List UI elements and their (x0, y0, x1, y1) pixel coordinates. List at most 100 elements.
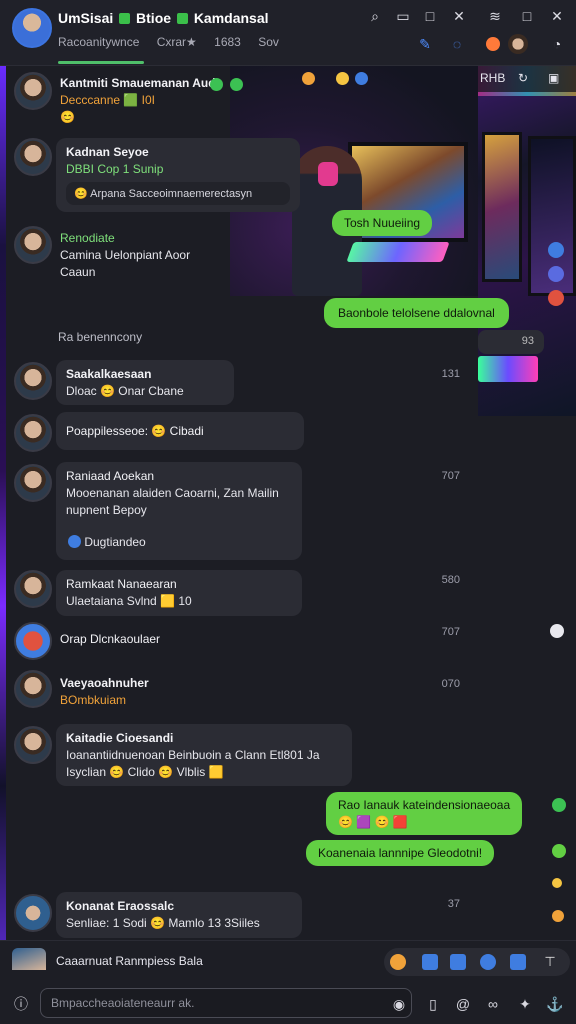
close-icon[interactable]: ✕ (450, 7, 468, 25)
quoted-message[interactable]: 😊 Arpana Sacceoimnaemerectasyn (66, 182, 290, 205)
monitor-image (482, 132, 522, 282)
avatar[interactable] (14, 894, 52, 932)
message-text: Ioanantiidnuenoan Beinbuoin a Clann Etl8… (66, 748, 320, 762)
avatar[interactable] (14, 464, 52, 502)
message-row[interactable]: Raniaad Aoekan Mooenanan alaiden Caoarni… (8, 462, 478, 562)
green-square-icon (119, 13, 131, 24)
message-row[interactable]: Kantmiti Smauemanan Auds Decccanne 🟩 I0I… (8, 72, 478, 132)
reply-preview[interactable]: Caaarnuat Ranmpiess Bala (12, 948, 382, 976)
message-meta: 93 (478, 330, 544, 354)
send-icon[interactable]: ⚓ (546, 995, 564, 1013)
attach-icon[interactable]: ▯ (424, 995, 442, 1013)
message-text: Dloac 😊 Onar Cbane (66, 384, 184, 398)
chat-subtitle: Racoanitywnce Cxrar★ 1683 Sov (58, 35, 293, 49)
chat-bubble-icon[interactable]: ◌ (448, 35, 466, 53)
subtitle-tab-2[interactable]: Cxrar★ (157, 35, 197, 49)
sender-name[interactable]: Kaitadie Cioesandi (66, 731, 342, 745)
window-icon[interactable]: ▭ (394, 7, 412, 25)
avatar[interactable] (14, 414, 52, 452)
more-icon[interactable]: ◔ (548, 35, 566, 53)
message-row[interactable]: Ramkaat Nanaearan Ulaetaiana Svlnd 🟨 10 … (8, 570, 478, 616)
sticker-icon[interactable]: ✦ (516, 995, 534, 1013)
link-preview[interactable]: Dugtiandeo (66, 535, 292, 549)
avatar[interactable] (14, 726, 52, 764)
message-icon[interactable] (450, 954, 466, 970)
reaction-icon[interactable] (548, 266, 564, 282)
folder-icon[interactable] (422, 954, 438, 970)
outgoing-message[interactable]: Baonbole telolsene ddalovnal (324, 298, 509, 328)
sender-name[interactable]: Orap Dlcnkaoulaer (60, 632, 160, 646)
emoji-icon[interactable]: ◉ (390, 995, 408, 1013)
subtitle-count: 1683 (214, 35, 241, 49)
message-bubble[interactable]: Ramkaat Nanaearan Ulaetaiana Svlnd 🟨 10 (56, 570, 302, 616)
sender-name[interactable]: Kadnan Seyoe (66, 145, 290, 159)
sender-name[interactable]: Raniaad Aoekan (66, 469, 292, 483)
message-text: Camina Uelonpiant Aoor (60, 248, 191, 262)
refresh-icon[interactable]: ↻ (518, 71, 528, 85)
message-row[interactable]: Konanat Eraossalc Senliae: 1 Sodi 😊 Maml… (8, 892, 478, 938)
avatar[interactable] (14, 570, 52, 608)
message-bubble[interactable]: Saakalkaesaan Dloac 😊 Onar Cbane (56, 360, 234, 405)
outgoing-message[interactable]: Rao Ianauk kateindensionaeoaa 😊 🟪 😊 🟥 (326, 792, 523, 835)
window-icon[interactable] (510, 954, 526, 970)
message-bubble[interactable]: Poappilesseoe: 😊 Cibadi (56, 412, 304, 450)
reaction-emoji[interactable] (210, 78, 223, 91)
sender-name[interactable]: Vaeyaoahnuher (60, 676, 149, 690)
search-icon[interactable]: ⌕ (366, 7, 384, 25)
maximize-icon[interactable]: □ (421, 7, 439, 25)
date-separator: Ra benenncony (58, 330, 143, 344)
restore-icon[interactable]: □ (518, 7, 536, 25)
active-tab-underline (58, 61, 144, 64)
message-row[interactable]: Vaeyaoahnuher BOmbkuiam 070 (8, 670, 478, 718)
reaction-icon[interactable] (548, 242, 564, 258)
message-time: 580 (441, 574, 460, 586)
sender-name[interactable]: Saakalkaesaan (66, 367, 224, 381)
message-time: 070 (441, 678, 460, 690)
message-bubble[interactable]: Kadnan Seyoe DBBI Cop 1 Sunip 😊 Arpana S… (56, 138, 300, 212)
sender-name[interactable]: Kantmiti Smauemanan Auds (60, 76, 222, 90)
group-avatar[interactable] (12, 8, 52, 48)
message-row[interactable]: Poappilesseoe: 😊 Cibadi (8, 412, 478, 456)
media-panel-label: RHB (480, 71, 506, 85)
link-icon (68, 535, 81, 548)
subtitle-extra: Sov (258, 35, 279, 49)
pin-icon[interactable]: ⊤ (542, 954, 558, 970)
message-text: Decccanne 🟩 I0I (60, 93, 155, 107)
avatar[interactable] (14, 362, 52, 400)
sender-name[interactable]: Renodiate (60, 231, 190, 245)
sender-name[interactable]: Konanat Eraossalc (66, 899, 292, 913)
message-row[interactable]: Renodiate Camina Uelonpiant Aoor Caaun (8, 226, 478, 286)
image-icon[interactable]: ▣ (548, 71, 559, 85)
link-icon[interactable]: ∞ (484, 995, 502, 1013)
keyboard-image (478, 356, 538, 382)
close-window-icon[interactable]: ✕ (548, 7, 566, 25)
message-bubble[interactable]: Konanat Eraossalc Senliae: 1 Sodi 😊 Maml… (56, 892, 302, 938)
pen-icon[interactable]: ✎ (416, 35, 434, 53)
message-row[interactable]: Kadnan Seyoe DBBI Cop 1 Sunip 😊 Arpana S… (8, 138, 478, 212)
message-row[interactable]: Orap Dlcnkaoulaer 707 (8, 622, 478, 660)
message-row[interactable]: Saakalkaesaan Dloac 😊 Onar Cbane 131 (8, 360, 478, 406)
avatar[interactable] (14, 670, 52, 708)
info-icon[interactable]: ⓘ (12, 995, 30, 1013)
outgoing-message[interactable]: Koanenaia lannnipe Gleodotni! (306, 840, 495, 866)
avatar[interactable] (14, 138, 52, 176)
message-bubble[interactable]: Kaitadie Cioesandi Ioanantiidnuenoan Bei… (56, 724, 352, 786)
avatar[interactable] (14, 72, 52, 110)
globe-icon[interactable] (480, 954, 496, 970)
message-bubble[interactable]: Raniaad Aoekan Mooenanan alaiden Caoarni… (56, 462, 302, 560)
media-preview-panel[interactable] (478, 66, 576, 416)
reaction-emoji[interactable] (230, 78, 243, 91)
sender-name[interactable]: Ramkaat Nanaearan (66, 577, 292, 591)
bulb-icon[interactable] (390, 954, 406, 970)
user-avatar[interactable] (508, 34, 528, 54)
reaction-icon[interactable] (548, 290, 564, 306)
location-icon[interactable] (550, 624, 564, 638)
mention-icon[interactable]: @ (454, 995, 472, 1013)
status-icon (552, 798, 566, 812)
message-input[interactable] (40, 988, 412, 1018)
message-row[interactable]: Kaitadie Cioesandi Ioanantiidnuenoan Bei… (8, 724, 478, 788)
status-icon (552, 910, 564, 922)
avatar[interactable] (14, 622, 52, 660)
subtitle-tab-1[interactable]: Racoanitywnce (58, 35, 139, 49)
avatar[interactable] (14, 226, 52, 264)
